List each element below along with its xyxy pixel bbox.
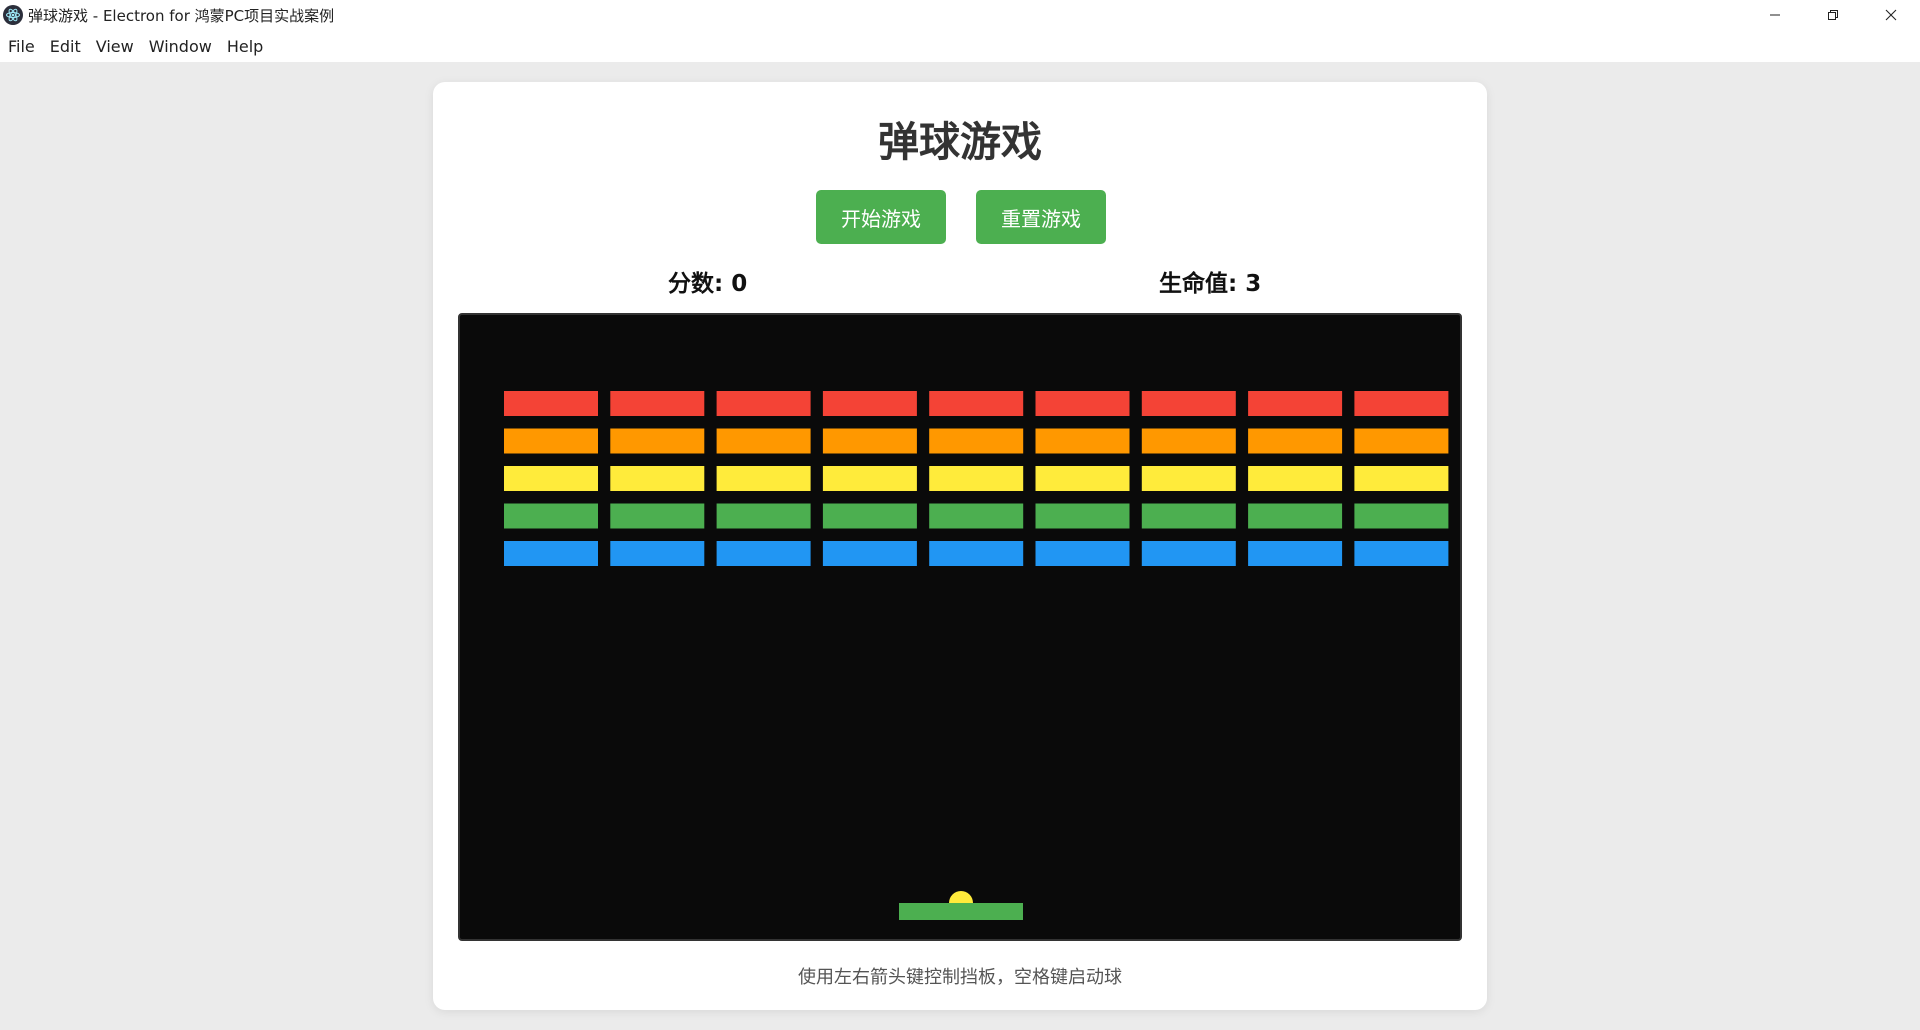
brick xyxy=(504,466,598,491)
electron-app-icon xyxy=(3,5,23,25)
brick xyxy=(1141,428,1236,454)
brick xyxy=(1354,428,1449,454)
brick xyxy=(716,428,811,454)
brick xyxy=(1035,541,1130,566)
brick xyxy=(929,503,1024,529)
menu-window[interactable]: Window xyxy=(149,37,212,56)
menu-view[interactable]: View xyxy=(96,37,134,56)
brick xyxy=(504,391,598,416)
start-game-button[interactable]: 开始游戏 xyxy=(816,190,946,244)
brick xyxy=(929,428,1024,454)
brick xyxy=(1354,391,1449,416)
brick xyxy=(929,541,1024,566)
brick xyxy=(1141,466,1236,491)
brick xyxy=(1248,466,1343,491)
restore-icon xyxy=(1828,10,1838,20)
window-controls xyxy=(1746,0,1920,30)
brick xyxy=(1035,503,1130,529)
game-board-canvas xyxy=(504,391,1449,920)
brick xyxy=(822,391,917,416)
brick xyxy=(1141,541,1236,566)
brick xyxy=(822,428,917,454)
score-display: 分数: 0 xyxy=(668,271,748,297)
brick xyxy=(822,466,917,491)
close-icon xyxy=(1885,9,1897,21)
brick xyxy=(610,541,705,566)
brick xyxy=(716,541,811,566)
brick xyxy=(716,391,811,416)
brick xyxy=(504,541,598,566)
window-title: 弹球游戏 - Electron for 鸿蒙PC项目实战案例 xyxy=(28,6,335,25)
brick xyxy=(716,466,811,491)
lives-display: 生命值: 3 xyxy=(1159,271,1262,297)
menu-file[interactable]: File xyxy=(8,37,35,56)
brick xyxy=(504,428,598,454)
brick xyxy=(1354,466,1449,491)
brick xyxy=(1248,503,1343,529)
title-bar: 弹球游戏 - Electron for 鸿蒙PC项目实战案例 xyxy=(0,0,1920,30)
brick xyxy=(610,428,705,454)
brick xyxy=(1248,391,1343,416)
brick xyxy=(1248,541,1343,566)
brick xyxy=(610,391,705,416)
brick xyxy=(1035,428,1130,454)
brick xyxy=(822,541,917,566)
game-board[interactable] xyxy=(458,313,1462,941)
menu-help[interactable]: Help xyxy=(227,37,263,56)
brick xyxy=(822,503,917,529)
brick xyxy=(1141,391,1236,416)
brick xyxy=(1248,428,1343,454)
brick xyxy=(716,503,811,529)
brick xyxy=(929,466,1024,491)
minimize-button[interactable] xyxy=(1746,0,1804,30)
restore-button[interactable] xyxy=(1804,0,1862,30)
page-title: 弹球游戏 xyxy=(878,118,1042,166)
control-hint: 使用左右箭头键控制挡板，空格键启动球 xyxy=(798,967,1122,988)
brick xyxy=(1354,541,1449,566)
brick xyxy=(610,466,705,491)
paddle[interactable] xyxy=(899,903,1023,920)
menu-edit[interactable]: Edit xyxy=(50,37,81,56)
brick xyxy=(1035,391,1130,416)
menu-bar: File Edit View Window Help xyxy=(0,30,1920,62)
reset-game-button[interactable]: 重置游戏 xyxy=(976,190,1106,244)
close-button[interactable] xyxy=(1862,0,1920,30)
brick xyxy=(610,503,705,529)
brick xyxy=(1035,466,1130,491)
brick xyxy=(504,503,598,529)
brick xyxy=(1354,503,1449,529)
brick xyxy=(1141,503,1236,529)
minimize-icon xyxy=(1770,14,1780,16)
brick xyxy=(929,391,1024,416)
